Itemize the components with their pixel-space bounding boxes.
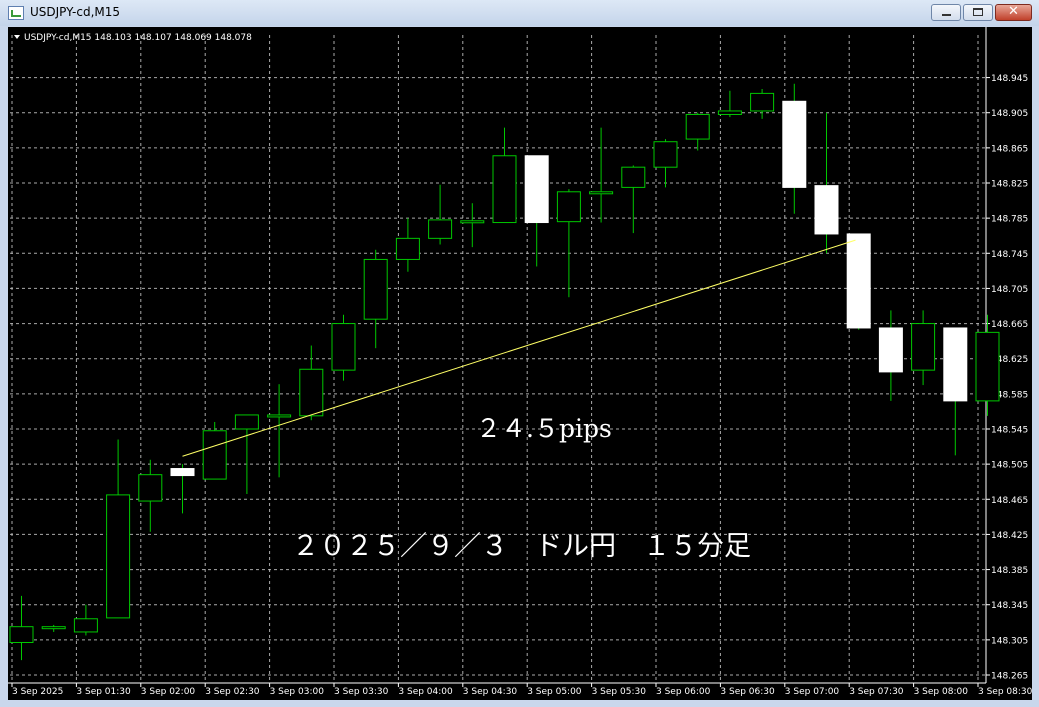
pips-annotation: ２４.５pips: [476, 414, 612, 443]
chart-window-icon: [8, 6, 24, 20]
candle-body-bull: [556, 191, 581, 223]
candle-body-bull: [73, 618, 98, 633]
price-tick-label: 148.865: [991, 144, 1028, 154]
candle-body-bear: [782, 100, 807, 188]
candle-body-bull: [395, 237, 420, 260]
minimize-icon: [942, 14, 951, 16]
candle-body-bull: [975, 331, 1000, 402]
price-tick-label: 148.545: [991, 426, 1028, 436]
chart-header-text: USDJPY-cd,M15 148.103 148.107 148.069 14…: [24, 33, 252, 43]
triangle-down-icon: [14, 35, 20, 39]
price-tick-label: 148.905: [991, 109, 1028, 119]
time-tick-label: 3 Sep 05:00: [527, 687, 582, 697]
time-tick-label: 3 Sep 08:00: [914, 687, 969, 697]
time-tick-label: 3 Sep 02:30: [205, 687, 260, 697]
price-tick-label: 148.465: [991, 496, 1028, 506]
price-tick-label: 148.505: [991, 461, 1028, 471]
candle-body-bull: [299, 368, 324, 417]
price-tick-label: 148.425: [991, 531, 1028, 541]
candle-body-bull: [685, 113, 710, 140]
close-icon: ✕: [1008, 4, 1019, 19]
candle-body-bull: [267, 414, 292, 418]
price-tick-label: 148.265: [991, 672, 1028, 682]
time-tick-label: 3 Sep 2025: [12, 687, 63, 697]
time-tick-label: 3 Sep 05:30: [592, 687, 647, 697]
price-tick-label: 148.945: [991, 74, 1028, 84]
price-tick-label: 148.785: [991, 215, 1028, 225]
price-tick-label: 148.305: [991, 636, 1028, 646]
candle-body-bear: [170, 468, 195, 477]
candle-body-bull: [717, 110, 742, 115]
time-tick-label: 3 Sep 08:30: [978, 687, 1032, 697]
time-tick-label: 3 Sep 06:00: [656, 687, 711, 697]
close-button[interactable]: ✕: [995, 4, 1032, 21]
maximize-icon: [973, 8, 983, 16]
time-tick-label: 3 Sep 02:00: [141, 687, 196, 697]
time-tick-label: 3 Sep 01:30: [76, 687, 131, 697]
time-tick-label: 3 Sep 06:30: [720, 687, 775, 697]
candle-body-bull: [41, 626, 66, 630]
maximize-button[interactable]: [963, 4, 993, 21]
time-tick-label: 3 Sep 04:30: [463, 687, 518, 697]
candle-body-bear: [943, 327, 968, 402]
price-tick-label: 148.345: [991, 601, 1028, 611]
candle-body-bull: [911, 323, 936, 371]
candle-body-bull: [331, 323, 356, 371]
window-title: USDJPY-cd,M15: [30, 5, 121, 19]
candle-body-bull: [202, 430, 227, 480]
time-tick-label: 3 Sep 03:30: [334, 687, 389, 697]
chart-area[interactable]: 148.945 148.905 148.865 148.825 148.785 148.7…: [8, 27, 1032, 700]
candle-body-bull: [653, 141, 678, 168]
terminal-window: USDJPY-cd,M15 ✕ 148.945 148.905 148.865 148…: [0, 0, 1039, 707]
candle-body-bull: [106, 494, 131, 619]
price-chart[interactable]: 148.945 148.905 148.865 148.825 148.785 148.7…: [8, 27, 1032, 700]
time-tick-label: 3 Sep 07:30: [849, 687, 904, 697]
title-bar[interactable]: USDJPY-cd,M15 ✕: [0, 0, 1039, 26]
price-tick-label: 148.705: [991, 285, 1028, 295]
candle-body-bull: [138, 474, 163, 502]
time-tick-label: 3 Sep 07:00: [785, 687, 840, 697]
candle-body-bull: [363, 258, 388, 320]
candle-body-bull: [234, 414, 259, 430]
candle-body-bear: [524, 155, 549, 224]
price-tick-label: 148.745: [991, 250, 1028, 260]
candle-body-bull: [460, 220, 485, 224]
price-tick-label: 148.665: [991, 320, 1028, 330]
candle-body-bear: [878, 327, 903, 373]
candle-body-bull: [428, 219, 453, 239]
minimize-button[interactable]: [931, 4, 961, 21]
candle-body-bull: [492, 155, 517, 224]
candle-body-bull: [750, 92, 775, 112]
price-tick-label: 148.385: [991, 566, 1028, 576]
candle-body-bear: [846, 233, 871, 329]
time-tick-label: 3 Sep 04:00: [398, 687, 453, 697]
candle-body-bull: [589, 191, 614, 195]
time-tick-label: 3 Sep 03:00: [270, 687, 325, 697]
candle-body-bear: [814, 185, 839, 235]
caption-annotation: ２０２５／９／３ ドル円 １５分足: [292, 531, 751, 562]
candle-body-bull: [621, 166, 646, 188]
candle-body-bull: [9, 626, 34, 643]
price-tick-label: 148.825: [991, 180, 1028, 190]
